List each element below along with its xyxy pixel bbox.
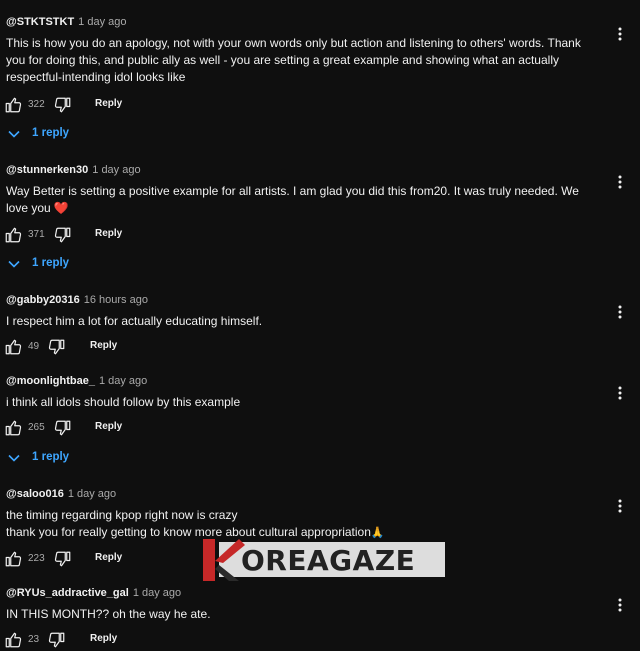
comment-author[interactable]: @saloo016: [6, 488, 64, 500]
comment-meta: @saloo016 1 day ago: [6, 488, 116, 500]
thumbs-up-icon[interactable]: [4, 96, 22, 114]
comment-time[interactable]: 1 day ago: [92, 164, 140, 176]
thumbs-up-icon[interactable]: [4, 419, 22, 437]
like-count: 223: [28, 553, 45, 564]
watermark-k-logo-icon: [203, 539, 245, 581]
thumbs-up-icon[interactable]: [4, 226, 22, 244]
comment-actions: 223 Reply: [4, 550, 134, 570]
thumbs-down-icon[interactable]: [48, 631, 66, 649]
more-vert-icon[interactable]: [612, 304, 628, 320]
like-count: 265: [28, 422, 45, 433]
comment-meta: @stunnerken30 1 day ago: [6, 164, 141, 176]
view-replies-button[interactable]: 1 reply: [8, 450, 78, 468]
comment-author[interactable]: @RYUs_addractive_gal: [6, 587, 129, 599]
comment-text: I respect him a lot for actually educati…: [6, 313, 596, 330]
comment-4: @moonlightbae_ 1 day ago i think all idol…: [0, 375, 640, 475]
comment-text-line-part: love you: [6, 201, 51, 215]
like-count: 371: [28, 229, 45, 240]
reply-button[interactable]: Reply: [95, 228, 122, 239]
comment-text-line: This is how you do an apology, not with …: [6, 36, 581, 50]
replies-count: 1 reply: [32, 127, 70, 139]
thumbs-up-icon[interactable]: [4, 631, 22, 649]
comment-author[interactable]: @stunnerken30: [6, 164, 88, 176]
comment-text-line: i think all idols should follow by this …: [6, 395, 241, 409]
like-count: 23: [28, 634, 40, 645]
comment-author[interactable]: @gabby20316: [6, 294, 80, 306]
more-vert-icon[interactable]: [612, 26, 628, 42]
comment-time[interactable]: 1 day ago: [99, 375, 147, 387]
comment-text-line: respectful-intending idol looks like: [6, 70, 186, 84]
chevron-down-icon: [8, 260, 20, 268]
like-count: 49: [28, 341, 40, 352]
comment-text: i think all idols should follow by this …: [6, 394, 596, 411]
comment-text-line: I respect him a lot for actually educati…: [6, 314, 263, 328]
comment-2: @stunnerken30 1 day ago Way Better is set…: [0, 164, 640, 280]
comment-6: @RYUs_addractive_gal 1 day ago IN THIS MO…: [0, 587, 640, 649]
koreagaze-watermark: OREAGAZE: [199, 537, 445, 583]
thumbs-down-icon[interactable]: [54, 419, 72, 437]
replies-count: 1 reply: [32, 257, 70, 269]
comment-meta: @moonlightbae_ 1 day ago: [6, 375, 147, 387]
heart-emoji: ❤️: [53, 201, 69, 215]
replies-count: 1 reply: [32, 451, 70, 463]
comment-text-line: Way Better is setting a positive example…: [6, 184, 579, 198]
more-vert-icon[interactable]: [612, 174, 628, 190]
comment-actions: 49 Reply: [4, 338, 134, 358]
comment-text-line: love you ❤️: [6, 200, 596, 217]
watermark-text: OREAGAZE: [241, 544, 416, 577]
more-vert-icon[interactable]: [612, 385, 628, 401]
comment-text-line: you for doing this, and public ally as w…: [6, 53, 559, 67]
like-count: 322: [28, 99, 45, 110]
comment-meta: @STKTSTKT 1 day ago: [6, 16, 127, 28]
thumbs-down-icon[interactable]: [54, 550, 72, 568]
comment-time[interactable]: 1 day ago: [78, 16, 126, 28]
thumbs-up-icon[interactable]: [4, 550, 22, 568]
more-vert-icon[interactable]: [612, 597, 628, 613]
comment-actions: 23 Reply: [4, 631, 134, 651]
reply-button[interactable]: Reply: [95, 552, 122, 563]
comment-actions: 322 Reply: [4, 96, 134, 116]
comment-author[interactable]: @moonlightbae_: [6, 375, 95, 387]
reply-button[interactable]: Reply: [90, 633, 117, 644]
reply-button[interactable]: Reply: [95, 98, 122, 109]
view-replies-button[interactable]: 1 reply: [8, 126, 78, 144]
comment-text-line: IN THIS MONTH?? oh the way he ate.: [6, 607, 211, 621]
thumbs-up-icon[interactable]: [4, 338, 22, 356]
comment-meta: @gabby20316 16 hours ago: [6, 294, 148, 306]
comment-text: IN THIS MONTH?? oh the way he ate.: [6, 606, 596, 623]
watermark-box: OREAGAZE: [219, 542, 445, 577]
comment-text-line: the timing regarding kpop right now is c…: [6, 508, 238, 522]
more-vert-icon[interactable]: [612, 498, 628, 514]
chevron-down-icon: [8, 454, 20, 462]
comment-3: @gabby20316 16 hours ago I respect him a …: [0, 294, 640, 364]
reply-button[interactable]: Reply: [95, 421, 122, 432]
comment-1: @STKTSTKT 1 day ago This is how you do an…: [0, 16, 640, 146]
chevron-down-icon: [8, 130, 20, 138]
thumbs-down-icon[interactable]: [54, 96, 72, 114]
comment-actions: 371 Reply: [4, 226, 134, 246]
comment-actions: 265 Reply: [4, 419, 134, 439]
reply-button[interactable]: Reply: [90, 340, 117, 351]
comment-text: Way Better is setting a positive example…: [6, 183, 596, 217]
comment-text: This is how you do an apology, not with …: [6, 35, 596, 86]
comment-time[interactable]: 1 day ago: [133, 587, 181, 599]
comment-author[interactable]: @STKTSTKT: [6, 16, 74, 28]
comment-time[interactable]: 1 day ago: [68, 488, 116, 500]
view-replies-button[interactable]: 1 reply: [8, 256, 78, 274]
thumbs-down-icon[interactable]: [54, 226, 72, 244]
thumbs-down-icon[interactable]: [48, 338, 66, 356]
comment-time[interactable]: 16 hours ago: [84, 294, 148, 306]
comment-meta: @RYUs_addractive_gal 1 day ago: [6, 587, 181, 599]
